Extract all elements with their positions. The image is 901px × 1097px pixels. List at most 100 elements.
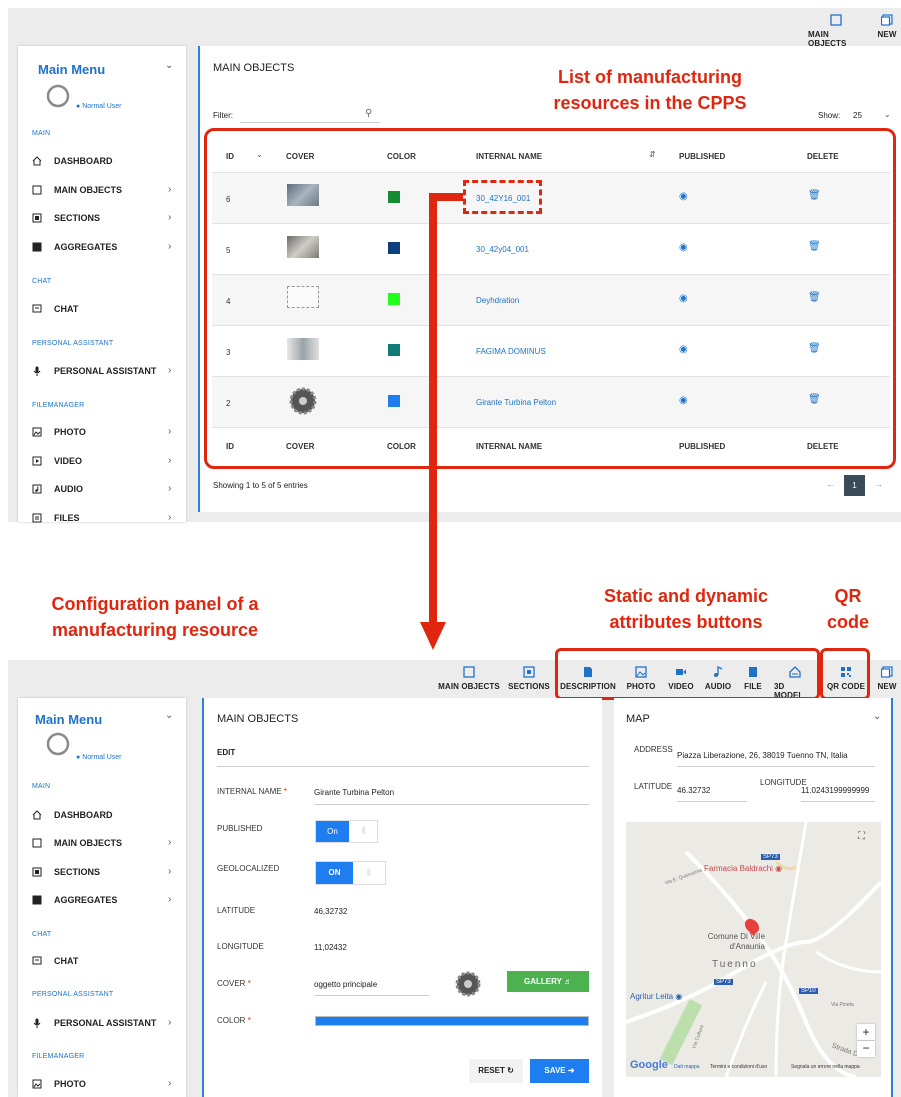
section-main: MAIN: [32, 783, 51, 790]
chevron-right-icon: ›: [168, 365, 172, 376]
sidebar-item-photo[interactable]: PHOTO: [32, 427, 86, 437]
chevron-down-icon[interactable]: ⌄: [165, 710, 173, 721]
map-latitude-value[interactable]: 46.32732: [677, 786, 710, 795]
sidebar-item-sections[interactable]: SECTIONS: [32, 867, 100, 877]
video-icon: [32, 456, 42, 466]
published-toggle[interactable]: On ⫼: [315, 820, 378, 843]
show-select[interactable]: 25: [853, 111, 862, 120]
zoom-in-button[interactable]: +: [857, 1024, 875, 1040]
town-label: Tuenno: [712, 959, 758, 970]
form-title: MAIN OBJECTS: [217, 713, 299, 725]
sidebar-item-chat[interactable]: CHAT: [32, 304, 78, 314]
section-chat: CHAT: [32, 931, 52, 938]
sidebar-item-dashboard[interactable]: DASHBOARD: [32, 810, 113, 820]
map-canvas[interactable]: ⛶ SP73 Farmacia Baldrachi ◉ Via E. Quare…: [626, 822, 881, 1077]
chat-icon: [32, 956, 42, 965]
fullscreen-icon[interactable]: ⛶: [858, 831, 865, 842]
chevron-down-icon[interactable]: ⌄: [165, 60, 173, 71]
filter-label: Filter:: [213, 111, 233, 120]
square-icon: [32, 838, 42, 848]
photo-icon: [32, 427, 42, 437]
search-icon[interactable]: ⚲: [365, 108, 372, 119]
sidebar-item-photo[interactable]: PHOTO: [32, 1079, 86, 1089]
address-label: ADDRESS: [634, 745, 673, 754]
gallery-button[interactable]: GALLERY ♬: [507, 971, 589, 992]
place-label-agritur: Agritur Leita ◉: [630, 992, 683, 1001]
color-picker-bar[interactable]: [315, 1016, 589, 1026]
sidebar-item-personal-assistant[interactable]: PERSONAL ASSISTANT: [32, 366, 156, 376]
page-button[interactable]: 1: [844, 475, 865, 496]
toggle-handle-icon: ⫼: [362, 826, 366, 835]
map-data-link[interactable]: Dati mappa: [674, 1064, 700, 1070]
sidebar-item-aggregates[interactable]: AGGREGATES: [32, 895, 117, 905]
next-page-icon[interactable]: →: [874, 479, 883, 489]
toolbar-main-objects-button[interactable]: MAIN OBJECTS: [438, 666, 500, 691]
latitude-input[interactable]: 46,32732: [314, 907, 347, 916]
color-label: COLOR *: [217, 1016, 251, 1025]
address-value[interactable]: Piazza Liberazione, 26, 38019 Tuenno TN,…: [677, 751, 848, 760]
square-icon: [32, 185, 42, 195]
chevron-down-icon[interactable]: ⌄: [884, 110, 891, 119]
required-mark: *: [247, 1016, 251, 1025]
sidebar-item-audio[interactable]: AUDIO: [32, 484, 83, 494]
sidebar-item-main-objects[interactable]: MAIN OBJECTS: [32, 838, 122, 848]
sidebar-item-files[interactable]: FILES: [32, 513, 80, 523]
sidebar-item-sections[interactable]: SECTIONS: [32, 213, 100, 223]
geolocalized-label: GEOLOCALIZED: [217, 864, 280, 873]
user-icon: ●: [76, 103, 81, 110]
chevron-down-icon[interactable]: ⌄: [873, 711, 881, 722]
user-role: Normal User: [82, 754, 122, 761]
filter-input[interactable]: [240, 122, 380, 123]
save-button[interactable]: SAVE ➜: [530, 1059, 589, 1083]
place-label-farmacia: Farmacia Baldrachi ◉: [704, 864, 783, 873]
input-underline: [314, 995, 429, 996]
sidebar-item-dashboard[interactable]: DASHBOARD: [32, 156, 113, 166]
toolbar-label: NEW: [877, 30, 897, 39]
sidebar-title: Main Menu: [35, 712, 103, 727]
required-mark: *: [247, 979, 251, 988]
chat-icon: [32, 304, 42, 313]
sections-icon: [32, 867, 42, 877]
geolocalized-toggle[interactable]: ON ⫼: [315, 861, 386, 885]
top-sidebar: Main Menu ⌄ ● Normal User MAIN DASHBOARD…: [18, 46, 186, 523]
toolbar-new-button[interactable]: NEW: [874, 14, 900, 39]
toolbar-new-button[interactable]: NEW: [874, 666, 900, 691]
toolbar-sections-button[interactable]: SECTIONS: [506, 666, 552, 691]
chevron-right-icon: ›: [168, 1078, 172, 1089]
chevron-right-icon: ›: [168, 1017, 172, 1028]
sidebar-title: Main Menu: [38, 62, 106, 77]
map-longitude-value[interactable]: 11.0243199999999: [801, 786, 869, 795]
report-error-link[interactable]: Segnala un errore nella mappa: [791, 1064, 860, 1070]
bottom-sidebar: Main Menu ⌄ ● Normal User MAIN DASHBOARD…: [18, 698, 186, 1097]
zoom-out-button[interactable]: −: [857, 1041, 875, 1057]
chevron-right-icon: ›: [168, 483, 172, 494]
map-title: MAP: [626, 713, 650, 725]
prev-page-icon[interactable]: ←: [826, 479, 835, 489]
reset-button[interactable]: RESET ↻: [469, 1059, 523, 1083]
sidebar-item-main-objects[interactable]: MAIN OBJECTS: [32, 185, 122, 195]
avatar: [46, 732, 70, 756]
sidebar-item-personal-assistant[interactable]: PERSONAL ASSISTANT: [32, 1018, 156, 1028]
internal-name-input[interactable]: Girante Turbina Pelton: [314, 788, 394, 797]
user-icon: ●: [76, 754, 81, 761]
sidebar-item-video[interactable]: VIDEO: [32, 456, 82, 466]
google-logo: Google: [630, 1059, 668, 1071]
annotation-box-table: [204, 128, 896, 469]
gallery-icon: ♬: [564, 977, 572, 986]
section-personal-assistant: PERSONAL ASSISTANT: [32, 340, 114, 347]
square-icon: [830, 14, 842, 26]
toolbar-main-objects-button[interactable]: MAIN OBJECTS: [808, 14, 864, 48]
input-underline: [801, 801, 875, 802]
pharmacy-pin-icon: ◉: [775, 864, 783, 873]
toggle-on: ON: [316, 862, 353, 884]
sidebar-item-chat[interactable]: CHAT: [32, 956, 78, 966]
sections-icon: [523, 666, 535, 678]
terms-link[interactable]: Termini e condizioni d'uso: [710, 1064, 767, 1070]
internal-name-label: INTERNAL NAME *: [217, 787, 287, 796]
chevron-right-icon: ›: [168, 241, 172, 252]
sidebar-item-aggregates[interactable]: AGGREGATES: [32, 242, 117, 252]
longitude-input[interactable]: 11,02432: [314, 943, 347, 952]
cover-input[interactable]: oggetto principale: [314, 980, 377, 989]
show-label: Show:: [818, 111, 841, 120]
section-filemanager: FILEMANAGER: [32, 1053, 85, 1060]
